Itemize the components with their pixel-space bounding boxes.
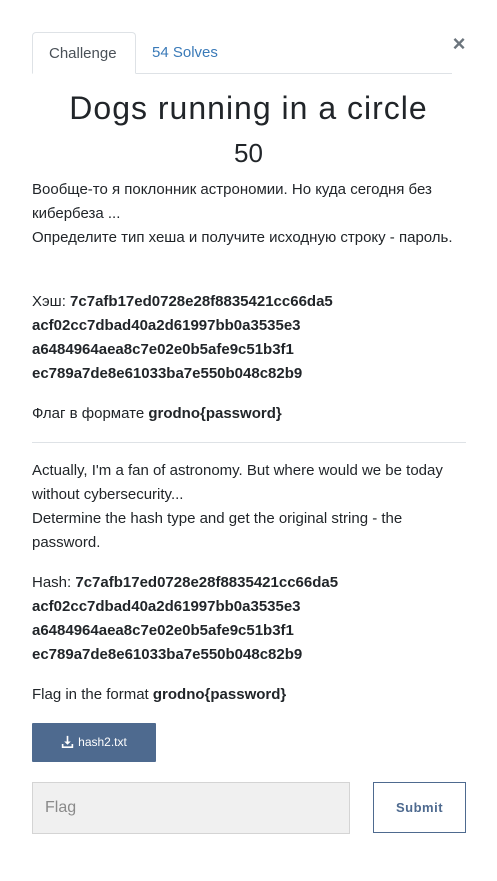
tab-solves[interactable]: 54 Solves	[136, 32, 234, 73]
hash-line-en-2: acf02cc7dbad40a2d61997bb0a3535e3	[32, 598, 301, 615]
description-en-line1: Actually, I'm a fan of astronomy. But wh…	[32, 462, 443, 503]
file-download-button[interactable]: hash2.txt	[32, 723, 156, 762]
challenge-title: Dogs running in a circle	[69, 90, 428, 126]
hash-label-en: Hash:	[32, 574, 72, 591]
tab-challenge[interactable]: Challenge	[32, 32, 136, 74]
flag-format-ru-value: grodno{password}	[148, 405, 282, 422]
hash-line-ru-1: 7c7afb17ed0728e28f8835421cc66da5	[70, 293, 333, 310]
flag-format-ru-text: Флаг в формате	[32, 405, 145, 422]
description-en-hash: Hash: 7c7afb17ed0728e28f8835421cc66da5 a…	[32, 571, 466, 667]
submit-button[interactable]: Submit	[373, 782, 466, 833]
description-ru-line1: Вообще-то я поклонник астрономии. Но куд…	[32, 181, 432, 222]
hash-line-ru-2: acf02cc7dbad40a2d61997bb0a3535e3	[32, 317, 301, 334]
hash-line-en-4: ec789a7de8e61033ba7e550b048c82b9	[32, 646, 303, 663]
flag-input[interactable]	[32, 782, 350, 834]
description-en-intro: Actually, I'm a fan of astronomy. But wh…	[32, 459, 466, 555]
description-ru-intro: Вообще-то я поклонник астрономии. Но куд…	[32, 178, 466, 250]
hash-line-ru-3: a6484964aea8c7e02e0b5afe9c51b3f1	[32, 341, 294, 358]
hash-label-ru: Хэш:	[32, 293, 66, 310]
description-divider	[32, 442, 466, 443]
flag-format-en-value: grodno{password}	[152, 686, 287, 703]
flag-format-en: Flag in the format grodno{password}	[32, 683, 466, 707]
hash-line-en-3: a6484964aea8c7e02e0b5afe9c51b3f1	[32, 622, 294, 639]
description-ru-line2: Определите тип хеша и получите исходную …	[32, 229, 453, 246]
hash-line-en-1: 7c7afb17ed0728e28f8835421cc66da5	[75, 574, 339, 591]
description-ru-hash: Хэш: 7c7afb17ed0728e28f8835421cc66da5 ac…	[32, 290, 466, 386]
file-name: hash2.txt	[78, 735, 127, 749]
hash-line-ru-4: ec789a7de8e61033ba7e550b048c82b9	[32, 365, 303, 382]
challenge-modal: × Challenge 54 Solves Dogs running in a …	[0, 0, 497, 881]
flag-format-en-text: Flag in the format	[32, 686, 149, 703]
download-icon	[61, 735, 74, 748]
close-button[interactable]: ×	[449, 33, 469, 55]
challenge-tabs: Challenge 54 Solves	[32, 32, 452, 74]
description-en-line2: Determine the hash type and get the orig…	[32, 510, 403, 551]
flag-format-ru: Флаг в формате grodno{password}	[32, 402, 466, 426]
challenge-points: 50	[234, 138, 263, 168]
